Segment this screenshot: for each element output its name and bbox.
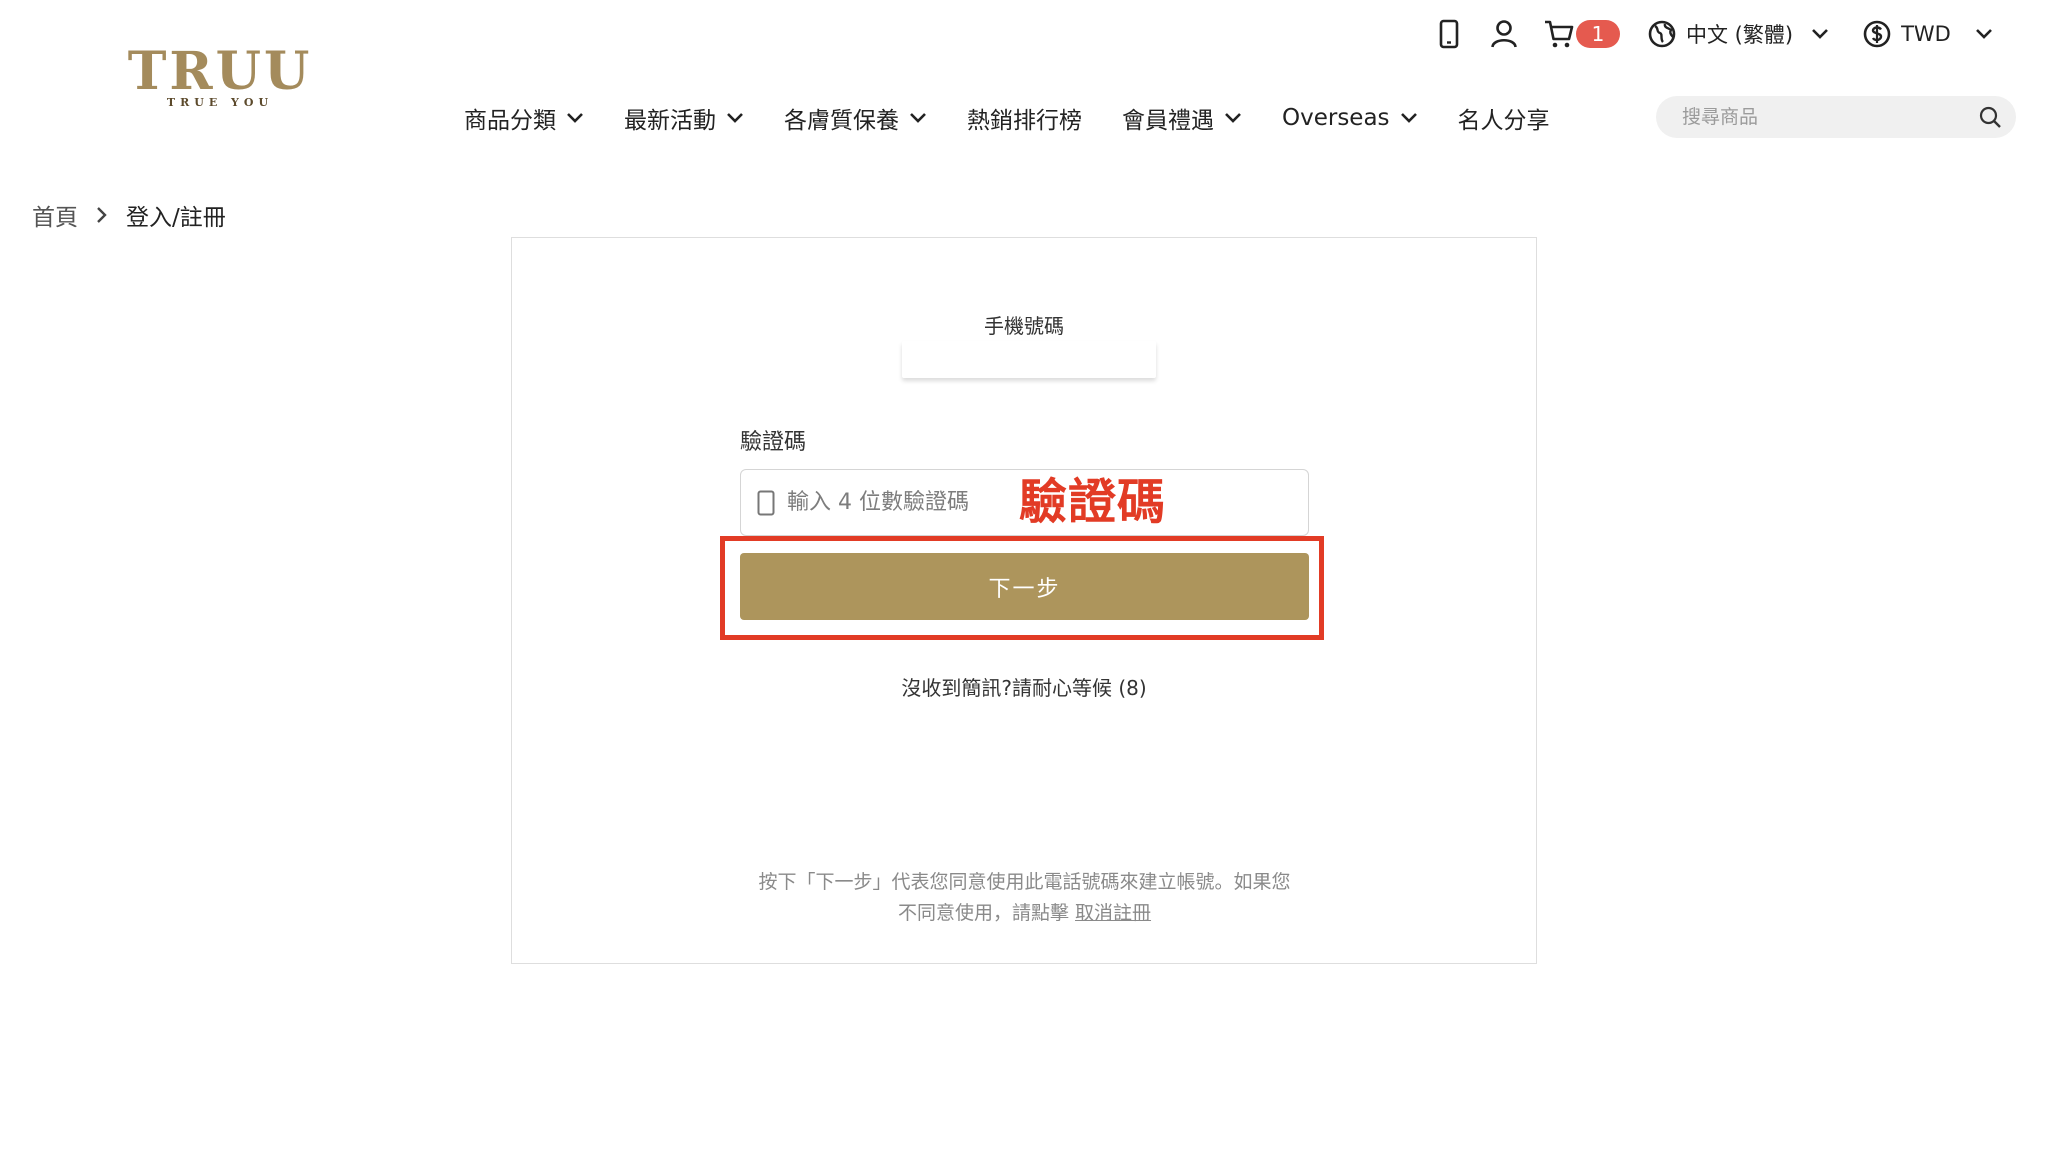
cart-icon (1544, 19, 1574, 49)
chevron-down-icon (726, 112, 744, 124)
currency-label: TWD (1901, 22, 1951, 46)
nav-item-categories[interactable]: 商品分類 (464, 101, 584, 135)
terms-line-1: 按下「下一步」代表您同意使用此電話號碼來建立帳號。如果您 (758, 871, 1291, 893)
chevron-down-icon (566, 112, 584, 124)
mobile-app-icon[interactable] (1434, 17, 1464, 51)
phone-number-field[interactable] (902, 341, 1156, 378)
terms-line-2: 不同意使用，請點擊 取消註冊 (740, 898, 1309, 929)
nav-item-promotions[interactable]: 最新活動 (624, 101, 744, 135)
cart-count-badge: 1 (1576, 20, 1620, 48)
currency-selector[interactable]: TWD (1863, 20, 1993, 48)
chevron-down-icon (909, 112, 927, 124)
nav-item-label: 商品分類 (464, 108, 556, 134)
verification-card: 手機號碼 驗證碼 驗證碼 下一步 沒收到簡訊?請耐心等候 (8) 按下「下一步」… (511, 237, 1537, 964)
nav-item-celebrity-share[interactable]: 名人分享 (1458, 101, 1550, 135)
verification-code-input[interactable] (787, 490, 1037, 515)
verification-code-label: 驗證碼 (740, 430, 807, 455)
breadcrumb-home[interactable]: 首頁 (32, 198, 78, 232)
logo-tagline: TRUE YOU (166, 96, 274, 109)
nav-item-member-benefits[interactable]: 會員禮遇 (1122, 101, 1242, 135)
logo-wordmark: TRUU (127, 41, 313, 102)
breadcrumb: 首頁 登入/註冊 (32, 198, 226, 232)
user-account-icon[interactable] (1488, 17, 1520, 51)
currency-exchange-icon (1863, 20, 1891, 48)
main-nav: 商品分類 最新活動 各膚質保養 熱銷排行榜 會員禮遇 Overseas 名人分享 (464, 96, 1550, 140)
resend-countdown-text: 沒收到簡訊?請耐心等候 (8) (901, 676, 1147, 700)
nav-item-label: 熱銷排行榜 (967, 108, 1082, 134)
nav-item-label: 會員禮遇 (1122, 108, 1214, 134)
terms-notice: 按下「下一步」代表您同意使用此電話號碼來建立帳號。如果您 不同意使用，請點擊 取… (740, 867, 1309, 929)
mobile-phone-icon (757, 490, 775, 516)
nav-item-overseas[interactable]: Overseas (1282, 105, 1418, 131)
phone-label: 手機號碼 (984, 314, 1064, 338)
breadcrumb-current: 登入/註冊 (126, 205, 226, 231)
globe-icon (1648, 20, 1676, 48)
nav-item-skin-types[interactable]: 各膚質保養 (784, 101, 927, 135)
language-label: 中文 (繁體) (1686, 23, 1794, 47)
nav-item-label: 最新活動 (624, 108, 716, 134)
nav-item-label: 名人分享 (1457, 108, 1550, 134)
chevron-down-icon (1400, 112, 1418, 124)
terms-line-2-text: 不同意使用，請點擊 (897, 902, 1076, 924)
next-step-button[interactable]: 下一步 (740, 553, 1309, 620)
search-bar (1656, 96, 2016, 138)
annotation-label: 驗證碼 (1019, 474, 1167, 530)
search-icon[interactable] (1978, 105, 2002, 129)
chevron-down-icon (1811, 28, 1829, 40)
nav-item-label: Overseas (1282, 105, 1390, 131)
language-selector[interactable]: 中文 (繁體) (1648, 19, 1829, 49)
chevron-down-icon (1224, 112, 1242, 124)
chevron-down-icon (1975, 28, 1993, 40)
utility-bar: 1 中文 (繁體) TWD (1420, 14, 1993, 54)
brand-logo[interactable]: TRUU TRUE YOU (128, 44, 310, 112)
nav-item-label: 各膚質保養 (784, 108, 899, 134)
chevron-right-icon (96, 206, 108, 224)
cancel-registration-link[interactable]: 取消註冊 (1075, 902, 1151, 924)
nav-item-bestsellers[interactable]: 熱銷排行榜 (967, 101, 1082, 135)
search-input[interactable] (1682, 106, 1978, 128)
cart-button[interactable]: 1 (1544, 19, 1620, 49)
